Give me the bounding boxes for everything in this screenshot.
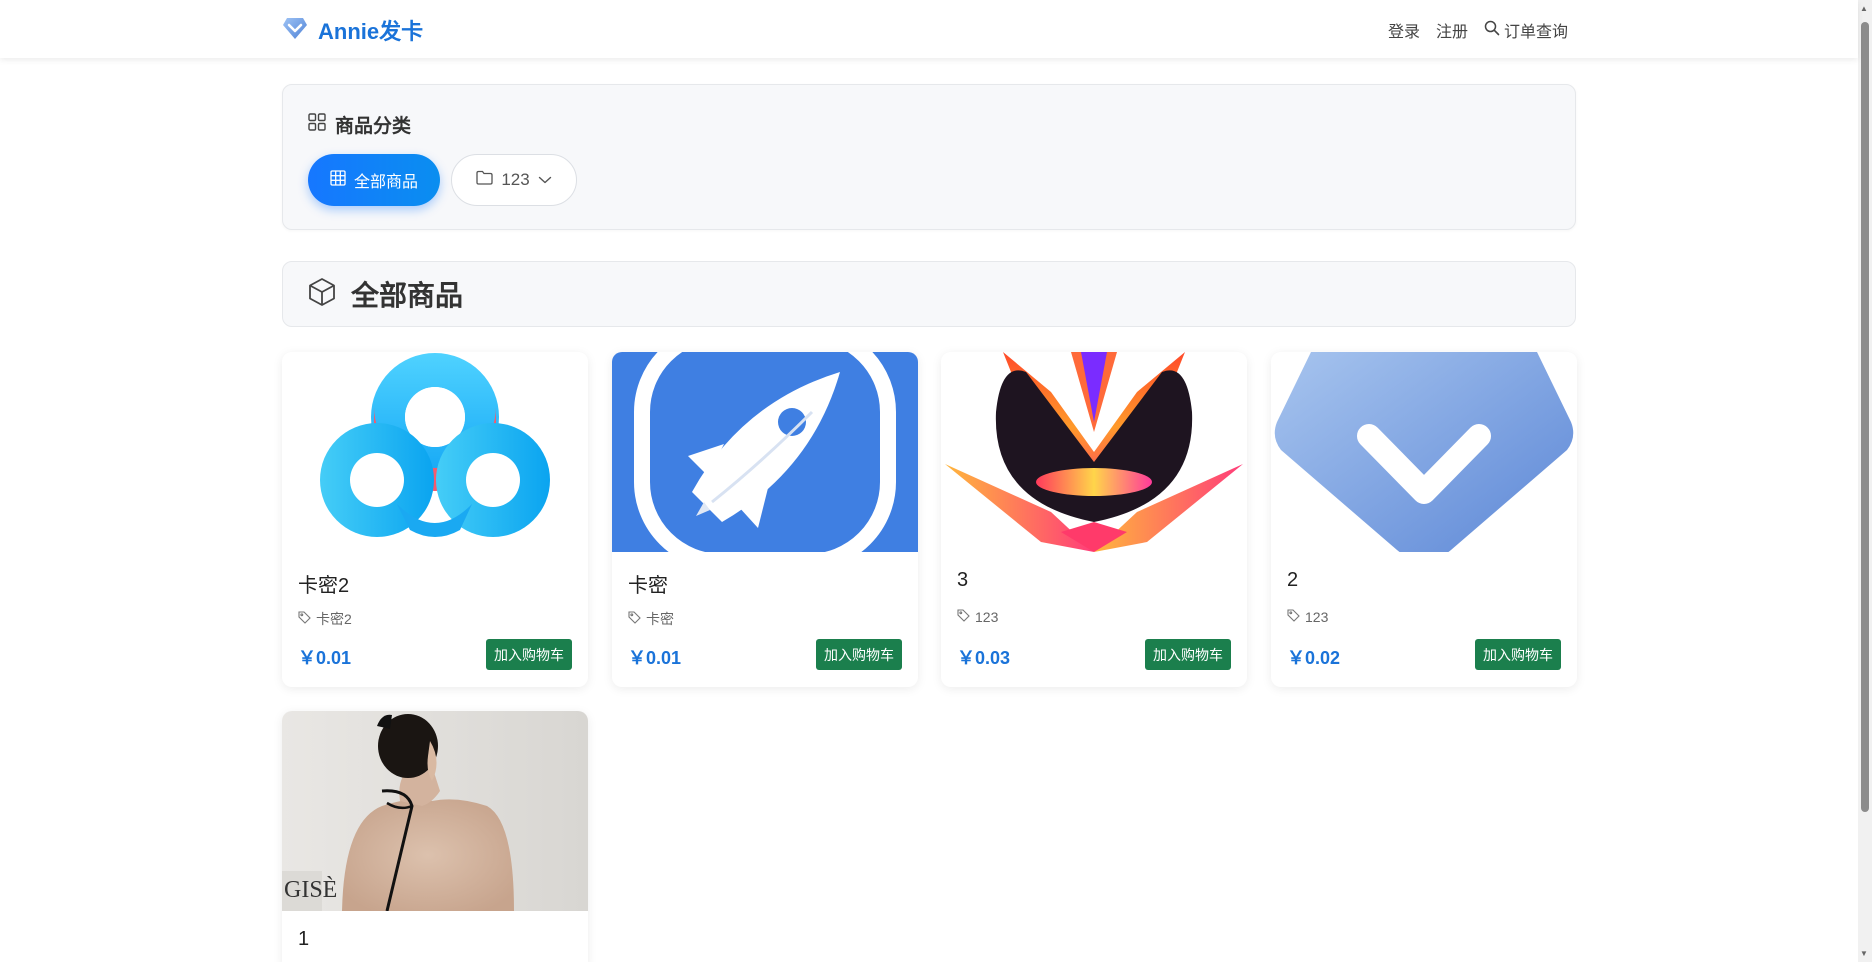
section-header: 全部商品 — [282, 261, 1576, 327]
tag-icon — [957, 609, 970, 625]
product-card[interactable]: 卡密 卡密 ￥0.01 加入购物车 — [612, 352, 918, 687]
image-watermark: GISÈ — [284, 877, 337, 903]
add-to-cart-button[interactable]: 加入购物车 — [816, 639, 902, 670]
scroll-up-arrow-icon[interactable]: ▲ — [1860, 4, 1868, 13]
chevron-down-icon — [538, 170, 552, 190]
page-scrollbar[interactable]: ▲ ▼ — [1858, 0, 1872, 962]
product-price: ￥0.01 — [628, 648, 682, 668]
scroll-down-arrow-icon[interactable]: ▼ — [1860, 949, 1868, 958]
tag-icon — [298, 611, 311, 627]
order-query-link[interactable]: 订单查询 — [1484, 18, 1568, 42]
product-price: ￥0.03 — [957, 648, 1011, 668]
product-name[interactable]: 3 — [957, 569, 968, 592]
add-to-cart-button[interactable]: 加入购物车 — [486, 639, 572, 670]
product-tag-text: 123 — [1305, 609, 1329, 625]
product-image-cloud[interactable] — [282, 352, 588, 552]
top-navbar: Annie发卡 登录 注册 订单查询 — [0, 0, 1858, 58]
category-all-label: 全部商品 — [353, 174, 418, 191]
scrollbar-thumb[interactable] — [1861, 22, 1869, 812]
product-name[interactable]: 卡密2 — [298, 569, 349, 598]
product-tag: 123 — [1287, 609, 1328, 625]
product-tag-text: 卡密2 — [316, 611, 352, 627]
product-name[interactable]: 2 — [1287, 569, 1298, 592]
brand-name: Annie发卡 — [318, 19, 424, 44]
product-tag-text: 卡密 — [646, 611, 674, 627]
nav-links: 登录 注册 订单查询 — [1388, 18, 1568, 42]
order-query-label: 订单查询 — [1503, 24, 1568, 41]
product-tag: 123 — [957, 609, 998, 625]
category-title: 商品分类 — [308, 111, 411, 138]
category-panel: 商品分类 全部商品 123 — [282, 84, 1576, 230]
product-image-mask[interactable] — [941, 352, 1247, 552]
page: Annie发卡 登录 注册 订单查询 商品分类 全部商品 123 全部商品 卡密… — [0, 0, 1872, 962]
folder-icon — [476, 170, 493, 190]
product-tag: 卡密2 — [298, 609, 352, 629]
product-card[interactable]: GISÈ 1 — [282, 711, 588, 962]
product-image-diamond[interactable] — [1271, 352, 1577, 552]
tag-icon — [628, 611, 641, 627]
product-name[interactable]: 卡密 — [628, 569, 668, 598]
search-icon — [1484, 20, 1500, 41]
table-icon — [330, 169, 346, 191]
category-all-button[interactable]: 全部商品 — [308, 154, 440, 206]
grid-icon — [308, 112, 326, 137]
section-title: 全部商品 — [351, 280, 464, 311]
product-price: ￥0.02 — [1287, 648, 1341, 668]
brand-logo-link[interactable]: Annie发卡 — [282, 14, 423, 46]
box-icon — [307, 277, 337, 312]
product-name[interactable]: 1 — [298, 928, 309, 951]
product-image-photo[interactable]: GISÈ — [282, 711, 588, 911]
product-tag-text: 123 — [975, 609, 999, 625]
product-card[interactable]: 卡密2 卡密2 ￥0.01 加入购物车 — [282, 352, 588, 687]
login-link[interactable]: 登录 — [1388, 18, 1420, 42]
category-dropdown-button[interactable]: 123 — [451, 154, 577, 206]
register-link[interactable]: 注册 — [1436, 18, 1468, 42]
product-card[interactable]: 3 123 ￥0.03 加入购物车 — [941, 352, 1247, 687]
diamond-icon — [282, 16, 308, 45]
product-tag: 卡密 — [628, 609, 674, 629]
tag-icon — [1287, 609, 1300, 625]
add-to-cart-button[interactable]: 加入购物车 — [1145, 639, 1231, 670]
add-to-cart-button[interactable]: 加入购物车 — [1475, 639, 1561, 670]
product-image-rocket[interactable] — [612, 352, 918, 552]
category-dropdown-label: 123 — [501, 170, 530, 189]
product-price: ￥0.01 — [298, 648, 352, 668]
product-card[interactable]: 2 123 ￥0.02 加入购物车 — [1271, 352, 1577, 687]
category-title-text: 商品分类 — [335, 116, 412, 137]
